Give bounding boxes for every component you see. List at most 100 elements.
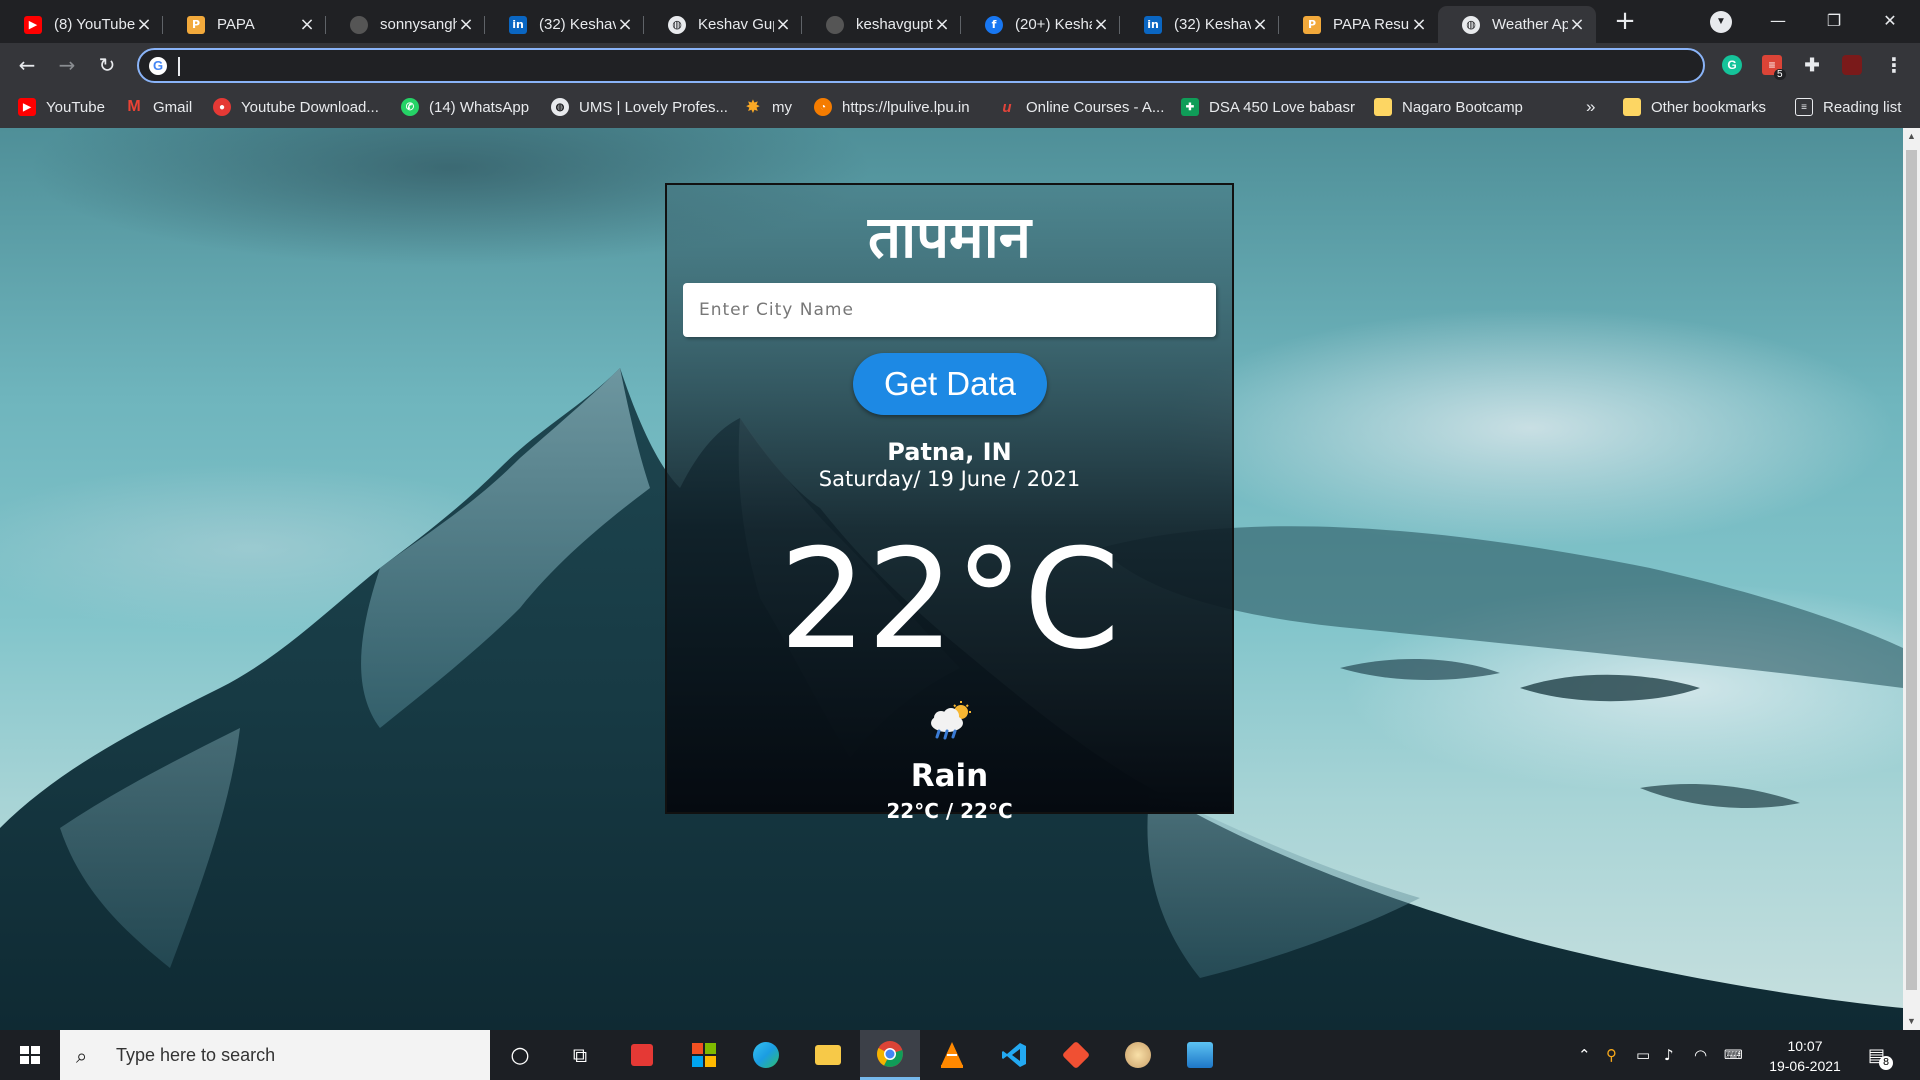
tab-github-keshav[interactable]: keshavgupt × [802, 6, 961, 43]
tab-title: Weather Ap [1492, 16, 1568, 33]
globe-icon: ◍ [668, 15, 686, 34]
forward-arrow-icon[interactable]: → [51, 49, 83, 81]
menu-dots-icon[interactable]: ⋮ [1878, 49, 1910, 81]
bookmark-label: https://lpulive.lpu.in [842, 98, 970, 116]
bookmark-gmail[interactable]: M Gmail [125, 96, 192, 118]
text-caret [178, 57, 180, 76]
close-icon[interactable]: × [1092, 14, 1110, 35]
bookmark-lpulive[interactable]: ◔ https://lpulive.lpu.in [814, 96, 970, 118]
tab-linkedin[interactable]: in (32) Keshav × [485, 6, 644, 43]
tab-search-icon[interactable]: ▼ [1710, 11, 1732, 33]
tab-papa-resume[interactable]: P PAPA Resun × [1279, 6, 1438, 43]
keyboard-icon[interactable]: ⌨ [1724, 1030, 1743, 1080]
bookmark-youtube-download[interactable]: ● Youtube Download... [213, 96, 379, 118]
close-icon[interactable]: × [774, 14, 792, 35]
youtube-icon: ▶ [18, 98, 36, 116]
tab-weather-app[interactable]: ◍ Weather Ap × [1438, 6, 1596, 43]
microsoft-store-icon[interactable] [674, 1030, 734, 1080]
close-icon[interactable]: × [457, 14, 475, 35]
github-icon [826, 15, 844, 34]
system-clock[interactable]: 10:07 19-06-2021 [1760, 1036, 1850, 1076]
taskbar-search-box[interactable]: ⌕ Type here to search [60, 1030, 490, 1080]
close-icon[interactable]: × [1410, 14, 1428, 35]
tab-keshav-gup[interactable]: ◍ Keshav Gup × [644, 6, 802, 43]
vlc-icon[interactable] [922, 1030, 982, 1080]
address-input[interactable] [177, 55, 1677, 77]
tab-title: Keshav Gup [698, 16, 774, 33]
speaker-icon[interactable]: ♪ [1664, 1030, 1674, 1080]
windows-start-icon[interactable] [0, 1030, 60, 1080]
reading-list[interactable]: ≡ Reading list [1795, 96, 1901, 118]
close-icon[interactable]: × [298, 14, 316, 35]
bookmark-nagaro-bootcamp[interactable]: Nagaro Bootcamp [1374, 96, 1523, 118]
bookmark-online-courses[interactable]: u Online Courses - A... [998, 96, 1164, 118]
new-tab-button[interactable]: + [1611, 8, 1639, 36]
tab-title: (32) Keshav [539, 16, 616, 33]
scroll-up-arrow-icon[interactable]: ▲ [1903, 128, 1920, 145]
youtube-icon: ▶ [24, 15, 42, 34]
minimize-icon[interactable]: — [1750, 4, 1806, 38]
bookmarks-overflow-chevron[interactable]: » [1586, 96, 1595, 118]
bookmark-label: YouTube [46, 98, 105, 116]
grammarly-icon[interactable]: G [1722, 55, 1742, 75]
github-icon [350, 15, 368, 34]
photos-icon[interactable] [1170, 1030, 1230, 1080]
battery-icon[interactable]: ▭ [1636, 1030, 1650, 1080]
lpu-icon: ◔ [814, 98, 832, 116]
task-view-icon[interactable]: ⧉ [550, 1030, 610, 1080]
profile-avatar[interactable] [1842, 55, 1862, 75]
tab-github-sonny[interactable]: sonnysangh × [326, 6, 485, 43]
papa-icon: P [1303, 15, 1321, 34]
wifi-icon[interactable]: ◠ [1694, 1030, 1707, 1080]
close-icon[interactable]: × [1568, 14, 1586, 35]
tab-papa[interactable]: P PAPA × [163, 6, 326, 43]
cortana-icon[interactable]: ○ [490, 1030, 550, 1080]
tab-facebook[interactable]: f (20+) Kesha × [961, 6, 1120, 43]
tab-youtube[interactable]: ▶ (8) YouTube × [0, 6, 163, 43]
chrome-icon[interactable] [860, 1030, 920, 1080]
bookmark-label: my [772, 98, 792, 116]
close-icon[interactable]: × [616, 14, 634, 35]
tray-app-icon[interactable]: ⚲ [1606, 1030, 1617, 1080]
other-bookmarks[interactable]: Other bookmarks [1623, 96, 1766, 118]
bookmark-youtube[interactable]: ▶ YouTube [18, 96, 105, 118]
notification-center-icon[interactable]: ▤ 8 [1868, 1030, 1899, 1080]
close-icon[interactable]: × [933, 14, 951, 35]
bookmark-label: Online Courses - A... [1026, 98, 1165, 116]
chevron-up-icon[interactable]: ⌃ [1578, 1030, 1591, 1080]
page-background: तापमान Get Data Patna, IN Saturday/ 19 J… [0, 128, 1903, 1030]
back-arrow-icon[interactable]: ← [11, 49, 43, 81]
weather-card: तापमान Get Data Patna, IN Saturday/ 19 J… [665, 183, 1234, 823]
scroll-down-arrow-icon[interactable]: ▼ [1903, 1013, 1920, 1030]
papa-icon: P [187, 15, 205, 34]
bookmark-dsa-450[interactable]: ✚ DSA 450 Love babasr [1181, 96, 1355, 118]
restore-icon[interactable]: ❐ [1806, 4, 1862, 38]
paint-icon[interactable] [1108, 1030, 1168, 1080]
window-close-icon[interactable]: ✕ [1862, 4, 1918, 38]
tab-title: (8) YouTube [54, 16, 135, 33]
bookmark-whatsapp[interactable]: ✆ (14) WhatsApp [401, 96, 529, 118]
page-scrollbar[interactable]: ▲ ▼ [1903, 128, 1920, 1030]
facebook-icon: f [985, 15, 1003, 34]
close-icon[interactable]: × [1251, 14, 1269, 35]
vscode-icon[interactable] [984, 1030, 1044, 1080]
file-explorer-icon[interactable] [798, 1030, 858, 1080]
bookmarks-bar: ▶ YouTube M Gmail ● Youtube Download... … [0, 86, 1920, 128]
bookmark-ums[interactable]: ◍ UMS | Lovely Profes... [551, 96, 728, 118]
tab-linkedin-2[interactable]: in (32) Keshav × [1120, 6, 1279, 43]
bookmark-label: DSA 450 Love babasr [1209, 98, 1355, 116]
weather-condition: Rain [910, 758, 989, 794]
media-app-icon[interactable] [612, 1030, 672, 1080]
close-icon[interactable]: × [135, 14, 153, 35]
git-icon[interactable] [1046, 1030, 1106, 1080]
get-data-button[interactable]: Get Data [853, 353, 1047, 415]
globe-icon: ◍ [1462, 15, 1480, 34]
bookmark-label: Nagaro Bootcamp [1402, 98, 1523, 116]
city-name-input[interactable] [683, 283, 1216, 337]
bookmark-my[interactable]: ✸ my [744, 96, 792, 118]
scrollbar-thumb[interactable] [1906, 150, 1917, 990]
edge-icon[interactable] [736, 1030, 796, 1080]
reload-icon[interactable]: ↻ [91, 49, 123, 81]
puzzle-icon[interactable]: ✚ [1802, 55, 1822, 75]
address-bar[interactable]: G [137, 48, 1705, 83]
